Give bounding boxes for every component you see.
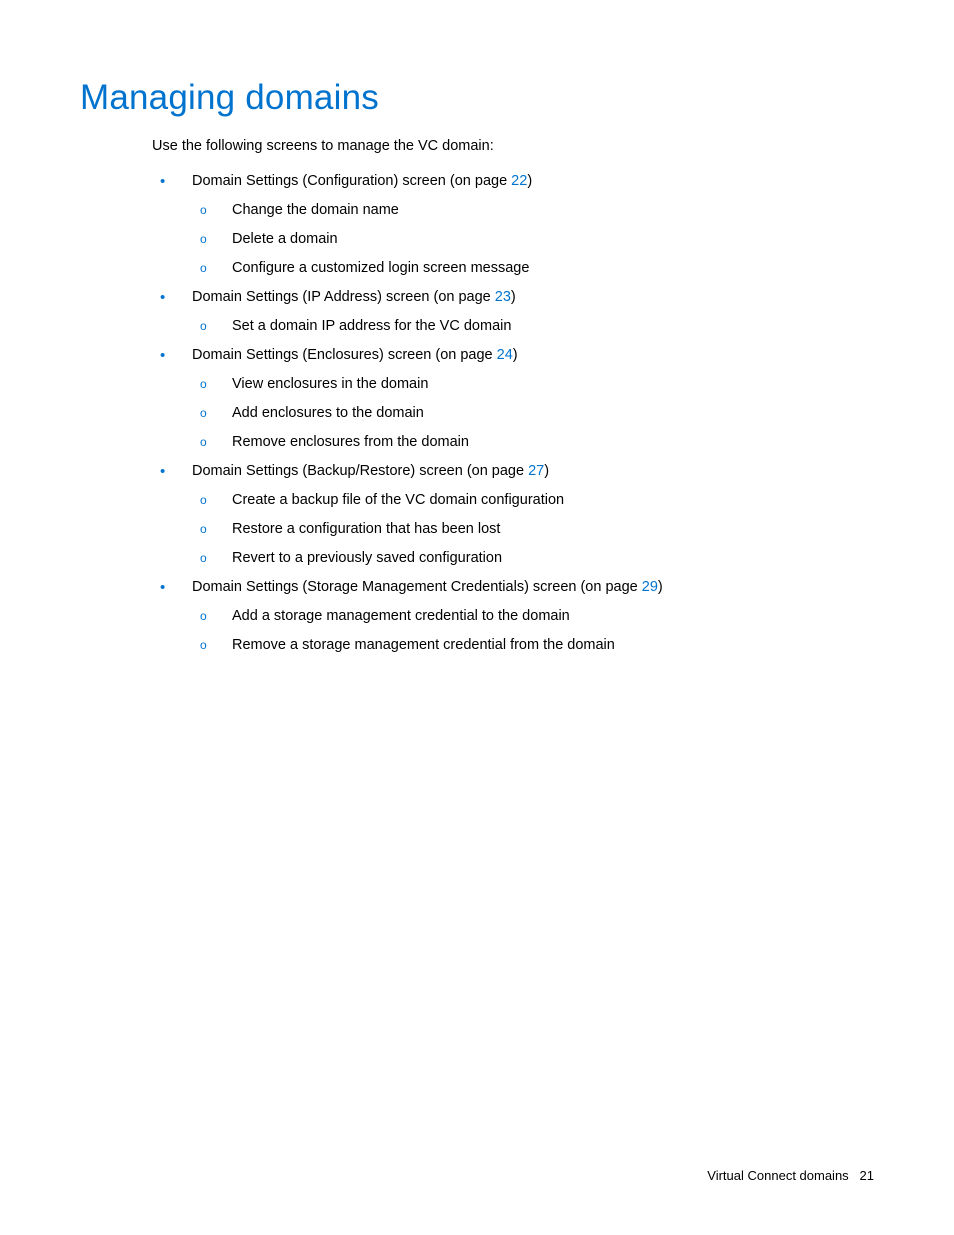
list-item: Domain Settings (Backup/Restore) screen … [152, 461, 874, 569]
page-title: Managing domains [80, 78, 874, 118]
sub-list-item: Configure a customized login screen mess… [192, 258, 874, 279]
item-text: Domain Settings (IP Address) screen (on … [192, 289, 495, 305]
page-reference-link[interactable]: 23 [495, 289, 511, 305]
list-item: Domain Settings (Enclosures) screen (on … [152, 345, 874, 453]
page-reference-link[interactable]: 27 [528, 463, 544, 479]
sub-list-item: Remove enclosures from the domain [192, 432, 874, 453]
item-text: Domain Settings (Configuration) screen (… [192, 173, 511, 189]
page-reference-link[interactable]: 22 [511, 173, 527, 189]
item-text-after: ) [511, 289, 516, 305]
item-text: Domain Settings (Storage Management Cred… [192, 579, 642, 595]
sub-list: View enclosures in the domain Add enclosu… [192, 374, 874, 453]
sub-list: Set a domain IP address for the VC domai… [192, 316, 874, 337]
document-page: Managing domains Use the following scree… [0, 0, 954, 656]
list-item: Domain Settings (IP Address) screen (on … [152, 287, 874, 337]
footer-page-number: 21 [860, 1168, 874, 1183]
sub-list-item: Create a backup file of the VC domain co… [192, 490, 874, 511]
item-text: Domain Settings (Enclosures) screen (on … [192, 347, 497, 363]
sub-list-item: Remove a storage management credential f… [192, 635, 874, 656]
sub-list-item: View enclosures in the domain [192, 374, 874, 395]
item-text-after: ) [544, 463, 549, 479]
sub-list-item: Change the domain name [192, 200, 874, 221]
sub-list: Add a storage management credential to t… [192, 606, 874, 656]
list-item: Domain Settings (Storage Management Cred… [152, 577, 874, 656]
sub-list-item: Revert to a previously saved configurati… [192, 548, 874, 569]
footer-section: Virtual Connect domains [707, 1168, 848, 1183]
sub-list-item: Delete a domain [192, 229, 874, 250]
sub-list-item: Set a domain IP address for the VC domai… [192, 316, 874, 337]
sub-list: Create a backup file of the VC domain co… [192, 490, 874, 569]
intro-paragraph: Use the following screens to manage the … [152, 136, 874, 157]
sub-list: Change the domain name Delete a domain Con… [192, 200, 874, 279]
item-text-after: ) [513, 347, 518, 363]
sub-list-item: Restore a configuration that has been lo… [192, 519, 874, 540]
item-text-after: ) [527, 173, 532, 189]
page-footer: Virtual Connect domains 21 [707, 1168, 874, 1183]
item-text-after: ) [658, 579, 663, 595]
content-list: Domain Settings (Configuration) screen (… [152, 171, 874, 656]
page-reference-link[interactable]: 24 [497, 347, 513, 363]
list-item: Domain Settings (Configuration) screen (… [152, 171, 874, 279]
page-reference-link[interactable]: 29 [642, 579, 658, 595]
item-text: Domain Settings (Backup/Restore) screen … [192, 463, 528, 479]
sub-list-item: Add a storage management credential to t… [192, 606, 874, 627]
sub-list-item: Add enclosures to the domain [192, 403, 874, 424]
